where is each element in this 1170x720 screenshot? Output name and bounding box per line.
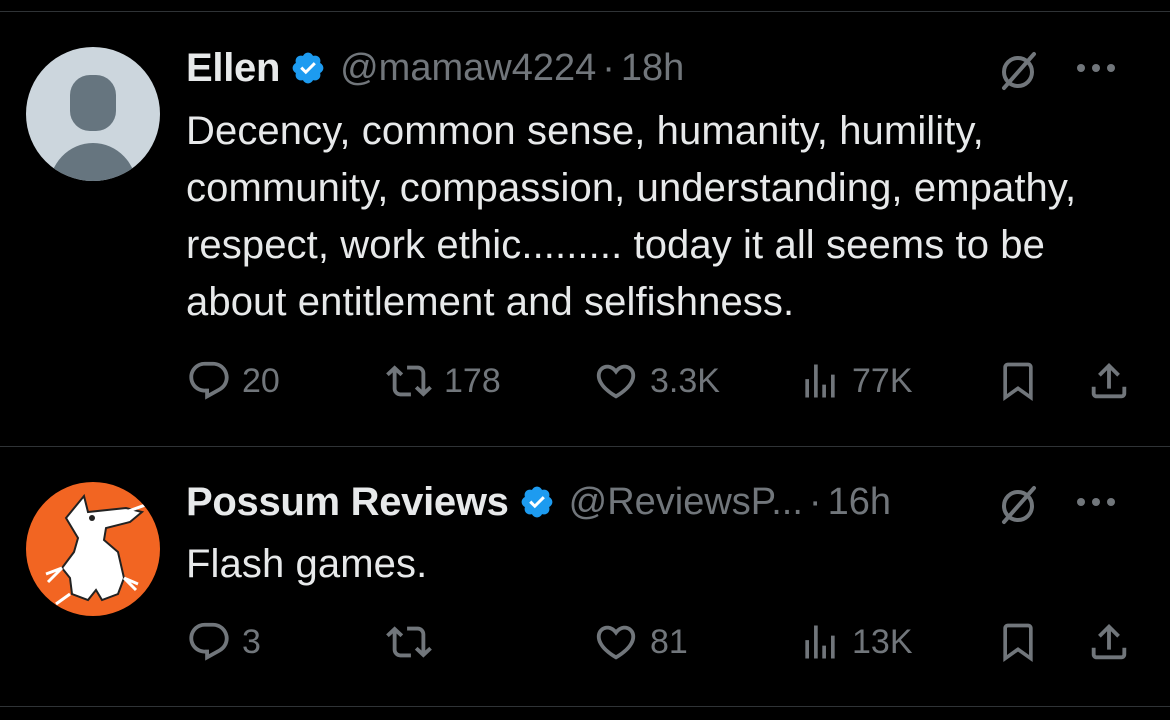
share-button[interactable] xyxy=(1086,357,1132,405)
possum-avatar-icon xyxy=(26,482,160,616)
verified-badge-icon[interactable] xyxy=(290,50,326,86)
views-count: 77K xyxy=(852,361,913,400)
reply-button[interactable]: 20 xyxy=(186,357,280,405)
retweet-count: 178 xyxy=(444,361,501,400)
action-bar: 20 178 3.3K 77K xyxy=(186,357,1146,405)
more-icon[interactable] xyxy=(1074,490,1118,514)
heart-icon xyxy=(596,364,636,399)
avatar[interactable] xyxy=(26,47,160,181)
retweet-icon xyxy=(386,365,432,397)
reply-count: 20 xyxy=(242,361,280,400)
verified-badge-icon[interactable] xyxy=(519,484,555,520)
reply-count: 3 xyxy=(242,622,261,661)
reply-button[interactable]: 3 xyxy=(186,618,261,666)
action-bar: 3 81 13K xyxy=(186,618,1146,666)
like-count: 81 xyxy=(650,622,688,661)
tweet[interactable]: Possum Reviews @ReviewsP... · 16h Flash … xyxy=(0,446,1170,706)
reply-icon xyxy=(189,361,229,400)
bottom-divider xyxy=(0,706,1170,707)
retweet-button[interactable] xyxy=(384,618,444,666)
heart-icon xyxy=(596,625,636,660)
handle[interactable]: @ReviewsP... xyxy=(569,481,803,524)
timestamp[interactable]: 18h xyxy=(621,47,684,90)
grok-icon[interactable] xyxy=(996,48,1040,92)
retweet-button[interactable]: 178 xyxy=(384,357,501,405)
views-icon xyxy=(805,625,835,659)
bookmark-button[interactable] xyxy=(996,357,1040,405)
tweet-header: Ellen @mamaw4224 · 18h xyxy=(186,42,1150,94)
more-icon[interactable] xyxy=(1074,56,1118,80)
views-button[interactable]: 13K xyxy=(798,618,913,666)
tweet-text: Decency, common sense, humanity, humilit… xyxy=(186,109,1077,324)
bookmark-button[interactable] xyxy=(996,618,1040,666)
like-button[interactable]: 3.3K xyxy=(592,357,720,405)
avatar[interactable] xyxy=(26,482,160,616)
share-icon xyxy=(1091,362,1127,399)
reply-icon xyxy=(189,622,229,661)
retweet-icon xyxy=(386,626,432,658)
timestamp[interactable]: 16h xyxy=(828,481,891,524)
separator-dot: · xyxy=(808,480,822,523)
bookmark-icon xyxy=(1003,362,1033,402)
separator-dot: · xyxy=(602,46,615,89)
default-avatar-icon xyxy=(26,47,160,181)
share-button[interactable] xyxy=(1086,618,1132,666)
like-count: 3.3K xyxy=(650,361,720,400)
tweet-header: Possum Reviews @ReviewsP... · 16h xyxy=(186,476,1150,528)
views-count: 13K xyxy=(852,622,913,661)
handle[interactable]: @mamaw4224 xyxy=(340,47,596,90)
tweet[interactable]: Ellen @mamaw4224 · 18h Decency, common s… xyxy=(0,0,1170,446)
views-button[interactable]: 77K xyxy=(798,357,913,405)
tweet-text: Flash games. xyxy=(186,542,428,586)
share-icon xyxy=(1091,623,1127,660)
bookmark-icon xyxy=(1003,623,1033,663)
like-button[interactable]: 81 xyxy=(592,618,688,666)
display-name[interactable]: Ellen xyxy=(186,46,280,91)
views-icon xyxy=(805,364,835,398)
display-name[interactable]: Possum Reviews xyxy=(186,480,509,525)
grok-icon[interactable] xyxy=(996,482,1040,526)
